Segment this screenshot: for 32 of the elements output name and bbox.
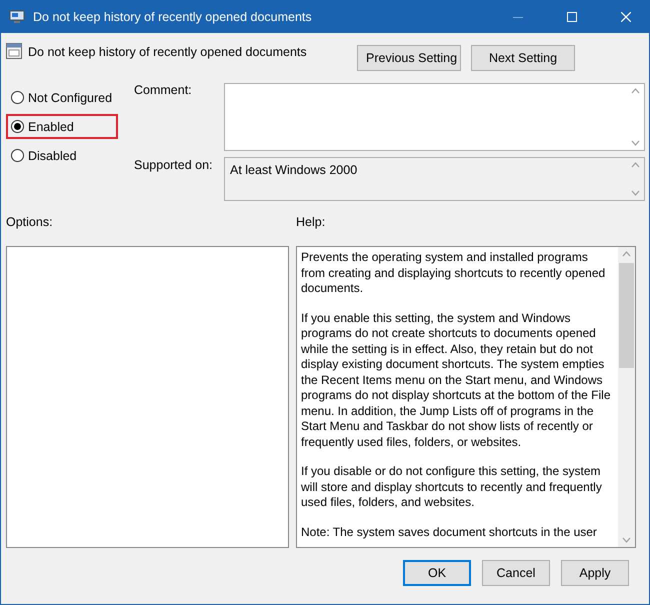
ok-button[interactable]: OK [403,560,471,586]
dialog-button[interactable]: Apply [561,560,629,586]
supported-on-label: Supported on: [134,158,214,172]
close-icon [621,12,631,22]
scroll-up-icon[interactable] [622,251,631,257]
help-paragraph: If you disable or do not configure this setting, the system will store and display shortcuts to recently and frequently used files, folders, and websites. [301,464,603,510]
scroll-up-icon[interactable] [631,162,640,168]
maximize-icon [567,12,577,22]
scroll-down-icon[interactable] [622,537,631,543]
comment-field[interactable] [224,83,645,151]
monitor-icon [9,10,25,24]
policy-name: Do not keep history of recently opened documents [28,44,308,59]
radio-option[interactable]: Disabled [6,143,118,168]
supported-on-field: At least Windows 2000 [224,157,645,201]
scrollbar-thumb[interactable] [619,263,634,368]
dialog-button[interactable]: Cancel [482,560,550,586]
help-label: Help: [296,215,326,229]
help-paragraph: Note: The system saves document shortcuts in the user [301,524,598,540]
minimize-icon [513,16,523,18]
help-paragraph: Prevents the operating system and installed programs from creating and displaying shortcuts to recently opened documents. [301,250,606,296]
highlighted-radio-option[interactable]: Enabled [6,114,118,139]
scroll-up-icon[interactable] [631,88,640,94]
comment-label: Comment: [134,83,193,99]
scroll-down-icon[interactable] [631,140,640,146]
help-paragraph: If you enable this setting, the system and Windows programs do not create shortcuts to documents opened while the setting is in effect. Also, they retain but do not display existing document shortcuts. The system empties the Recent Items menu on the Start menu, and Windows programs do not display shortcuts at the bottom of the File menu. In addition, the Jump Lists off of programs in the Start Menu and Taskbar do not show lists of recently or frequently used files, folders, or websites. [301,310,612,450]
radio-option[interactable]: Not Configured [6,85,118,110]
options-label: Options: [6,215,54,229]
window-title: Do not keep history of recently opened documents [33,10,313,24]
policy-icon [6,43,22,59]
navigation-button[interactable]: Previous Setting [357,45,461,71]
navigation-button[interactable]: Next Setting [471,45,575,71]
scroll-down-icon[interactable] [631,190,640,196]
